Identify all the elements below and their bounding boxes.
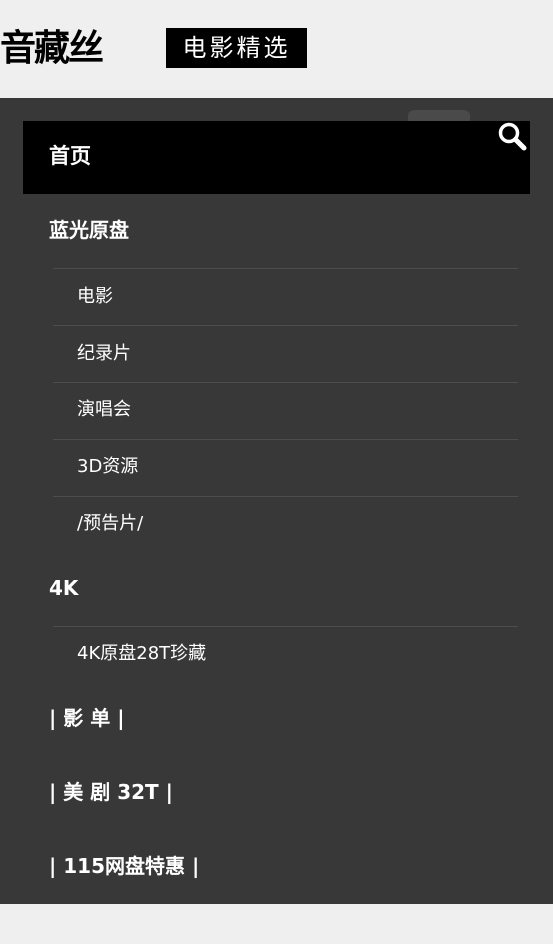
nav-subitem-trailer[interactable]: /预告片/ [77,511,143,537]
divider [53,496,518,497]
logo-main-text: 音藏丝 [0,28,104,68]
nav-category-bluray[interactable]: 蓝光原盘 [49,215,129,245]
site-header: 音藏丝 电影精选 [0,0,553,98]
divider [53,268,518,269]
divider [53,626,518,627]
divider [53,382,518,383]
divider [53,325,518,326]
nav-subitem-documentary[interactable]: 纪录片 [77,341,131,367]
nav-category-playlists[interactable]: | 影 单 | [49,703,125,733]
logo-sub-text: 电影精选 [166,28,307,68]
nav-category-4k[interactable]: 4K [49,573,78,603]
nav-subitem-concert[interactable]: 演唱会 [77,397,131,423]
nav-subitem-movie[interactable]: 电影 [77,284,113,310]
page-background [0,904,553,944]
search-icon [498,122,527,151]
divider [53,439,518,440]
search-button[interactable] [496,120,528,152]
nav-item-home-label: 首页 [49,144,91,168]
nav-subitem-4k-collection[interactable]: 4K原盘28T珍藏 [77,641,206,667]
nav-item-home[interactable] [23,121,530,194]
nav-subitem-3d[interactable]: 3D资源 [77,454,138,480]
nav-category-us-tv[interactable]: | 美 剧 32T | [49,777,173,807]
nav-category-115-deals[interactable]: | 115网盘特惠 | [49,851,199,881]
site-logo[interactable]: 音藏丝 电影精选 [0,28,307,68]
